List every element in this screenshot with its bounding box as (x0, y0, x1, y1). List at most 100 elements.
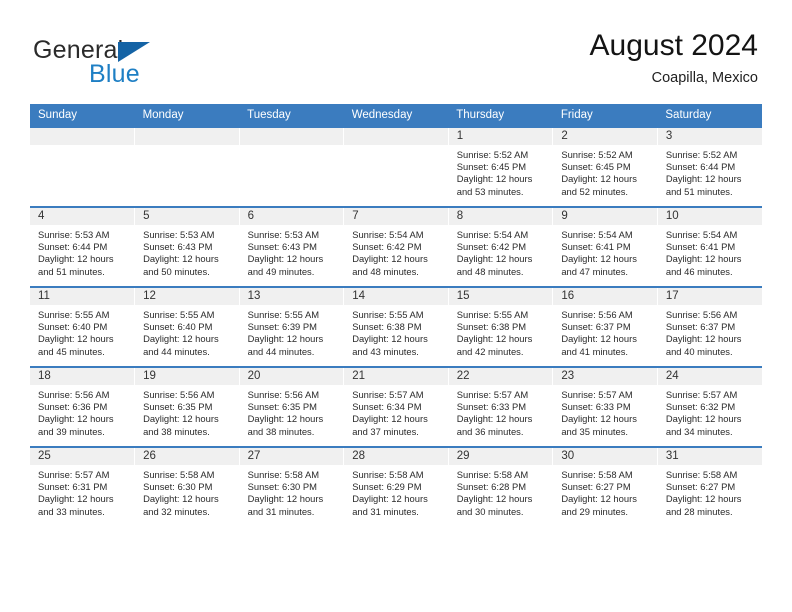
day-number: 8 (448, 208, 553, 225)
calendar-day-cell[interactable]: 28 Sunrise: 5:58 AM Sunset: 6:29 PM Dayligh… (343, 446, 449, 526)
calendar-day-cell[interactable]: 18 Sunrise: 5:56 AM Sunset: 6:36 PM Dayligh… (30, 366, 135, 447)
calendar-day-cell[interactable]: 21 Sunrise: 5:57 AM Sunset: 6:34 PM Dayligh… (343, 366, 449, 447)
daylight-line1-text: Daylight: 12 hours (561, 413, 637, 425)
daylight-line2-text: and 31 minutes. (352, 505, 419, 517)
day-details: Sunrise: 5:55 AM Sunset: 6:39 PM Daylight:… (240, 305, 344, 358)
calendar-day-cell[interactable]: 16 Sunrise: 5:56 AM Sunset: 6:37 PM Dayligh… (552, 286, 658, 367)
calendar-day-cell[interactable]: 24 Sunrise: 5:57 AM Sunset: 6:32 PM Dayligh… (656, 366, 762, 447)
day-number: 18 (30, 368, 135, 385)
day-cell-inner: 24 Sunrise: 5:57 AM Sunset: 6:32 PM Dayligh… (657, 368, 762, 446)
day-number: 15 (448, 288, 553, 305)
daylight-line2-text: and 43 minutes. (352, 345, 419, 357)
day-details: Sunrise: 5:52 AM Sunset: 6:45 PM Daylight:… (553, 145, 657, 198)
calendar-day-cell[interactable]: 19 Sunrise: 5:56 AM Sunset: 6:35 PM Dayligh… (134, 366, 240, 447)
calendar-day-cell[interactable]: 20 Sunrise: 5:56 AM Sunset: 6:35 PM Dayligh… (238, 366, 344, 447)
sunrise-text: Sunrise: 5:53 AM (143, 229, 215, 240)
calendar-day-cell[interactable]: 31 Sunrise: 5:58 AM Sunset: 6:27 PM Dayligh… (656, 446, 762, 526)
calendar-day-cell[interactable]: 25 Sunrise: 5:57 AM Sunset: 6:31 PM Dayligh… (30, 446, 135, 526)
day-cell-inner: 7 Sunrise: 5:54 AM Sunset: 6:42 PM Daylight… (344, 208, 448, 286)
sunset-text: Sunset: 6:43 PM (143, 241, 213, 253)
daylight-line1-text: Daylight: 12 hours (247, 493, 324, 505)
sunset-text: Sunset: 6:27 PM (561, 481, 631, 493)
daylight-line1-text: Daylight: 12 hours (561, 493, 637, 505)
daylight-line2-text: and 38 minutes. (247, 425, 315, 437)
daylight-line2-text: and 28 minutes. (665, 505, 733, 517)
day-number: 14 (344, 288, 448, 305)
calendar-day-cell[interactable]: 12 Sunrise: 5:55 AM Sunset: 6:40 PM Dayligh… (134, 286, 240, 367)
sunrise-text: Sunrise: 5:56 AM (561, 309, 633, 320)
weekday-header-tuesday: Tuesday (239, 104, 344, 127)
calendar-day-cell[interactable]: 10 Sunrise: 5:54 AM Sunset: 6:41 PM Dayligh… (656, 206, 762, 287)
calendar-day-cell[interactable]: 29 Sunrise: 5:58 AM Sunset: 6:28 PM Dayligh… (447, 446, 553, 526)
daylight-line2-text: and 33 minutes. (38, 505, 105, 517)
calendar-day-cell[interactable]: 30 Sunrise: 5:58 AM Sunset: 6:27 PM Dayligh… (552, 446, 658, 526)
day-number: 26 (135, 448, 239, 465)
day-details: Sunrise: 5:56 AM Sunset: 6:37 PM Daylight:… (553, 305, 657, 358)
day-cell-inner: 13 Sunrise: 5:55 AM Sunset: 6:39 PM Dayligh… (239, 288, 344, 366)
calendar-day-cell[interactable]: 14 Sunrise: 5:55 AM Sunset: 6:38 PM Dayligh… (343, 286, 449, 367)
daylight-line1-text: Daylight: 12 hours (247, 333, 324, 345)
calendar-week-row: 18 Sunrise: 5:56 AM Sunset: 6:36 PM Dayligh… (30, 366, 762, 447)
daylight-line2-text: and 42 minutes. (456, 345, 524, 357)
calendar-day-cell[interactable]: 5 Sunrise: 5:53 AM Sunset: 6:43 PM Daylight… (134, 206, 240, 287)
day-details: Sunrise: 5:58 AM Sunset: 6:30 PM Daylight:… (135, 465, 239, 518)
daylight-line2-text: and 52 minutes. (561, 185, 629, 197)
day-cell-inner: 25 Sunrise: 5:57 AM Sunset: 6:31 PM Dayligh… (30, 448, 135, 526)
calendar-cell-empty (343, 126, 449, 207)
sunset-text: Sunset: 6:45 PM (561, 161, 631, 173)
calendar-day-cell[interactable]: 7 Sunrise: 5:54 AM Sunset: 6:42 PM Daylight… (343, 206, 449, 287)
day-cell-inner: 6 Sunrise: 5:53 AM Sunset: 6:43 PM Daylight… (239, 208, 344, 286)
calendar-day-cell[interactable]: 11 Sunrise: 5:55 AM Sunset: 6:40 PM Dayligh… (30, 286, 135, 367)
calendar-day-cell[interactable]: 26 Sunrise: 5:58 AM Sunset: 6:30 PM Dayligh… (134, 446, 240, 526)
day-number: 12 (135, 288, 239, 305)
calendar-day-cell[interactable]: 9 Sunrise: 5:54 AM Sunset: 6:41 PM Daylight… (552, 206, 658, 287)
sunset-text: Sunset: 6:40 PM (38, 321, 108, 333)
daylight-line1-text: Daylight: 12 hours (352, 413, 428, 425)
day-details: Sunrise: 5:58 AM Sunset: 6:27 PM Daylight:… (658, 465, 762, 518)
sunrise-text: Sunrise: 5:56 AM (143, 389, 215, 400)
calendar-day-cell[interactable]: 6 Sunrise: 5:53 AM Sunset: 6:43 PM Daylight… (238, 206, 344, 287)
day-cell-inner: 26 Sunrise: 5:58 AM Sunset: 6:30 PM Dayligh… (135, 448, 239, 526)
calendar-day-cell[interactable]: 23 Sunrise: 5:57 AM Sunset: 6:33 PM Dayligh… (552, 366, 658, 447)
day-details: Sunrise: 5:54 AM Sunset: 6:42 PM Daylight:… (344, 225, 448, 278)
calendar-week-row: 11 Sunrise: 5:55 AM Sunset: 6:40 PM Dayligh… (30, 286, 762, 367)
daylight-line1-text: Daylight: 12 hours (247, 253, 324, 265)
day-cell-inner: 17 Sunrise: 5:56 AM Sunset: 6:37 PM Dayligh… (657, 288, 762, 366)
day-details: Sunrise: 5:58 AM Sunset: 6:29 PM Daylight:… (344, 465, 448, 518)
calendar-day-cell[interactable]: 4 Sunrise: 5:53 AM Sunset: 6:44 PM Daylight… (30, 206, 135, 287)
daylight-line2-text: and 45 minutes. (38, 345, 105, 357)
day-cell-inner: 3 Sunrise: 5:52 AM Sunset: 6:44 PM Daylight… (657, 128, 762, 206)
calendar-page: General Blue August 2024 Coapilla, Mexic… (0, 0, 792, 612)
daylight-line2-text: and 41 minutes. (561, 345, 629, 357)
calendar-week-row: 25 Sunrise: 5:57 AM Sunset: 6:31 PM Dayligh… (30, 446, 762, 526)
daylight-line1-text: Daylight: 12 hours (38, 413, 114, 425)
day-number: 22 (448, 368, 553, 385)
daylight-line2-text: and 37 minutes. (352, 425, 419, 437)
sunset-text: Sunset: 6:33 PM (561, 401, 631, 413)
general-blue-logo[interactable]: General Blue (33, 36, 263, 92)
daylight-line2-text: and 48 minutes. (352, 265, 419, 277)
sunrise-text: Sunrise: 5:53 AM (247, 229, 320, 240)
day-number: 29 (448, 448, 553, 465)
calendar-day-cell[interactable]: 27 Sunrise: 5:58 AM Sunset: 6:30 PM Dayligh… (238, 446, 344, 526)
calendar-day-cell[interactable]: 1 Sunrise: 5:52 AM Sunset: 6:45 PM Daylight… (447, 126, 553, 207)
day-cell-inner (135, 128, 239, 206)
calendar-day-cell[interactable]: 17 Sunrise: 5:56 AM Sunset: 6:37 PM Dayligh… (656, 286, 762, 367)
calendar-day-cell[interactable]: 8 Sunrise: 5:54 AM Sunset: 6:42 PM Daylight… (447, 206, 553, 287)
calendar-day-cell[interactable]: 22 Sunrise: 5:57 AM Sunset: 6:33 PM Dayligh… (447, 366, 553, 447)
calendar-day-cell[interactable]: 13 Sunrise: 5:55 AM Sunset: 6:39 PM Dayligh… (238, 286, 344, 367)
calendar-day-cell[interactable]: 3 Sunrise: 5:52 AM Sunset: 6:44 PM Daylight… (656, 126, 762, 207)
sunrise-text: Sunrise: 5:58 AM (352, 469, 424, 480)
day-cell-inner (239, 128, 344, 206)
daylight-line1-text: Daylight: 12 hours (352, 253, 428, 265)
daylight-line1-text: Daylight: 12 hours (456, 253, 533, 265)
calendar-day-cell[interactable]: 15 Sunrise: 5:55 AM Sunset: 6:38 PM Dayligh… (447, 286, 553, 367)
sunset-text: Sunset: 6:42 PM (456, 241, 527, 253)
calendar-day-cell[interactable]: 2 Sunrise: 5:52 AM Sunset: 6:45 PM Daylight… (552, 126, 658, 207)
day-cell-inner: 29 Sunrise: 5:58 AM Sunset: 6:28 PM Dayligh… (448, 448, 553, 526)
day-cell-inner: 9 Sunrise: 5:54 AM Sunset: 6:41 PM Daylight… (553, 208, 657, 286)
sunset-text: Sunset: 6:36 PM (38, 401, 108, 413)
sunset-text: Sunset: 6:41 PM (561, 241, 631, 253)
day-details: Sunrise: 5:57 AM Sunset: 6:32 PM Daylight:… (658, 385, 762, 438)
weekday-header-monday: Monday (134, 104, 240, 127)
